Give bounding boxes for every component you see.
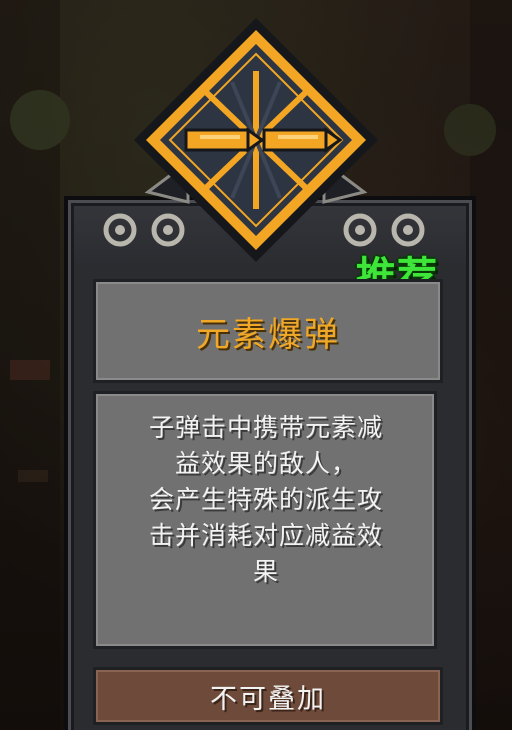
card-description-panel: 子弹击中携带元素减 益效果的敌人， 会产生特殊的派生攻 击并消耗对应减益效 果 (93, 391, 437, 649)
stack-status-label: 不可叠加 (210, 683, 326, 715)
description-line: 果 (252, 557, 279, 586)
description-line: 会产生特殊的派生攻 (148, 485, 383, 514)
description-line: 益效果的敌人， (174, 449, 357, 478)
card-title: 元素爆弹 (196, 314, 340, 355)
card-description: 子弹击中携带元素减 益效果的敌人， 会产生特殊的派生攻 击并消耗对应减益效 果 (112, 410, 420, 590)
stack-status-panel: 不可叠加 (93, 667, 443, 725)
description-line: 击并消耗对应减益效 (148, 521, 383, 550)
description-line: 子弹击中携带元素减 (148, 413, 383, 442)
card-title-panel: 元素爆弹 (93, 279, 443, 383)
crossed-bullets-icon (134, 18, 378, 262)
game-scene: 推荐 元素爆弹 子弹击中携带元素减 益效果的敌人， 会产生特殊的派生攻 击并消耗… (0, 0, 512, 730)
